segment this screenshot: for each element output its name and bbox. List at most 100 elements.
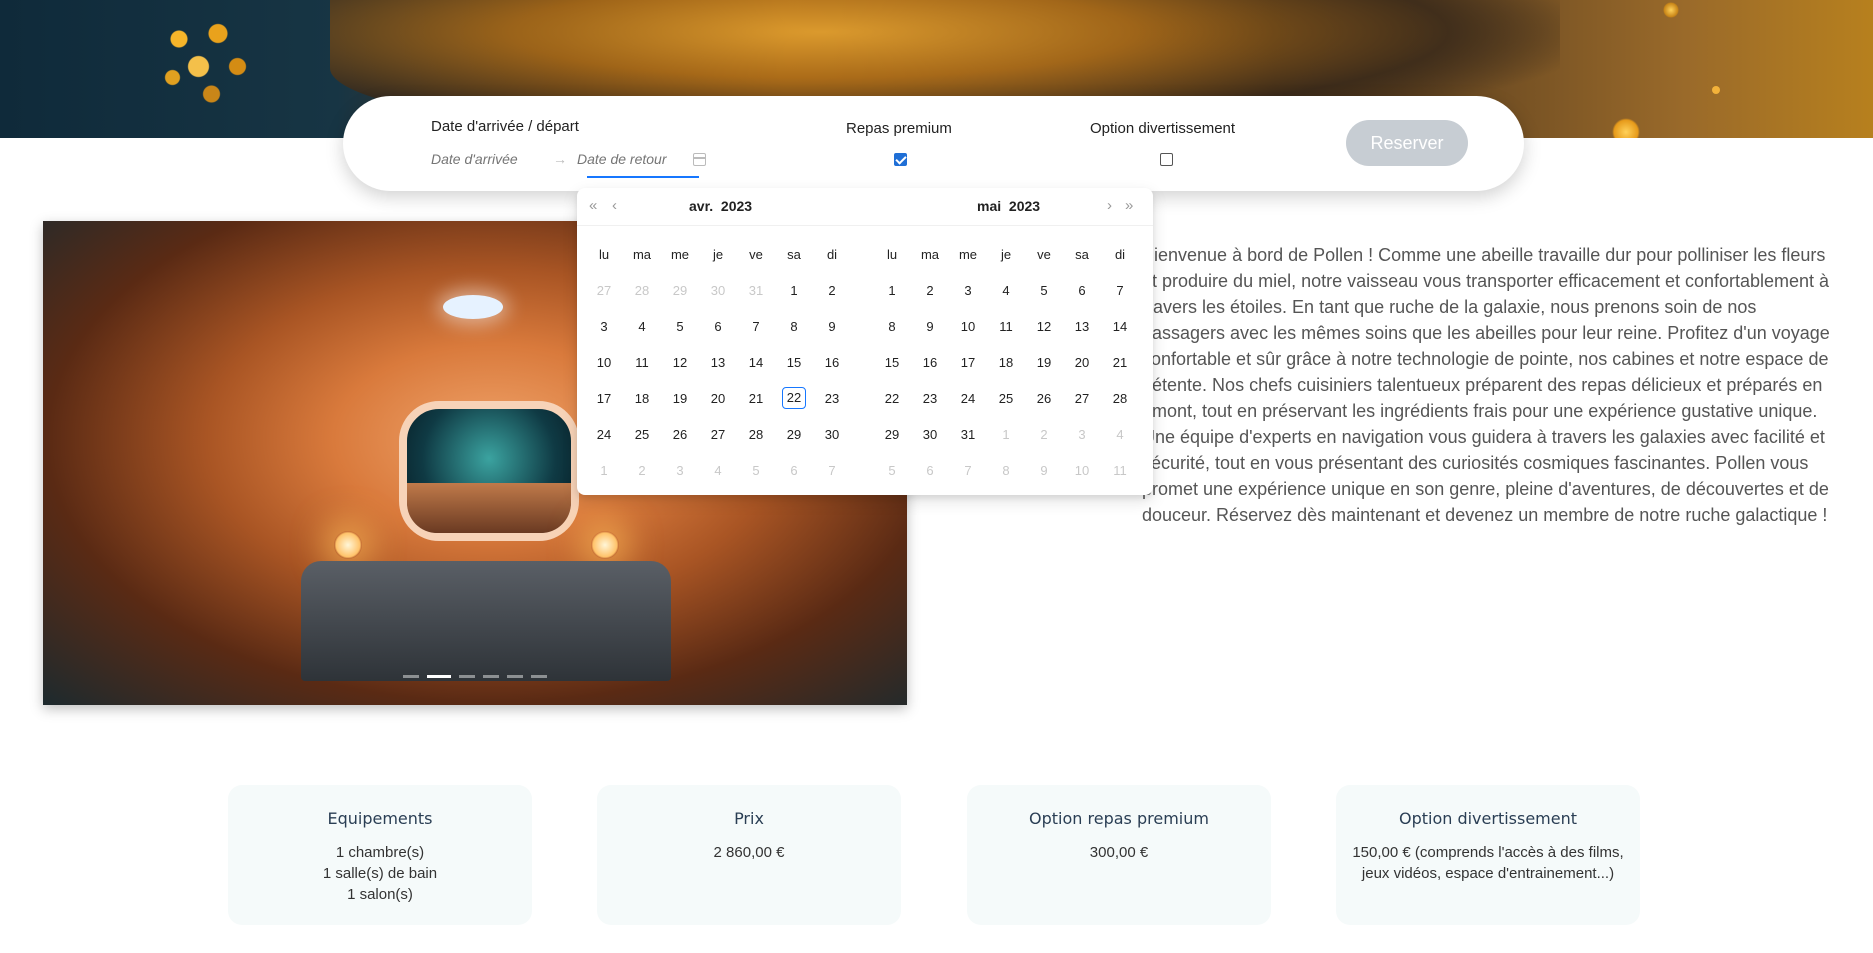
carousel-dot[interactable] [459, 675, 475, 678]
right-month-title[interactable]: mai 2023 [977, 198, 1040, 214]
right-calendar-day[interactable]: 10 [949, 319, 987, 334]
left-calendar-day[interactable]: 8 [775, 319, 813, 334]
carousel-dot[interactable] [403, 675, 419, 678]
right-calendar-day[interactable]: 8 [873, 319, 911, 334]
right-calendar-day[interactable]: 29 [873, 427, 911, 442]
next-year-icon[interactable]: » [1125, 197, 1133, 214]
premium-meal-checkbox[interactable] [894, 153, 907, 166]
right-calendar-day[interactable]: 13 [1063, 319, 1101, 334]
right-calendar-day[interactable]: 4 [1101, 427, 1139, 442]
right-calendar-day[interactable]: 2 [1025, 427, 1063, 442]
right-calendar-day[interactable]: 23 [911, 391, 949, 406]
right-calendar-day[interactable]: 2 [911, 283, 949, 298]
left-calendar-day[interactable]: 26 [661, 427, 699, 442]
right-calendar-day[interactable]: 17 [949, 355, 987, 370]
return-date-input[interactable] [577, 151, 687, 167]
today-calendar-day[interactable]: 22 [775, 387, 813, 409]
reserve-button[interactable]: Reserver [1346, 120, 1468, 166]
left-calendar-day[interactable]: 15 [775, 355, 813, 370]
right-calendar-day[interactable]: 7 [949, 463, 987, 478]
right-calendar-day[interactable]: 27 [1063, 391, 1101, 406]
right-calendar-day[interactable]: 11 [1101, 463, 1139, 478]
right-calendar-day[interactable]: 10 [1063, 463, 1101, 478]
left-calendar-day[interactable]: 24 [585, 427, 623, 442]
right-calendar-day[interactable]: 26 [1025, 391, 1063, 406]
date-range-picker[interactable]: → [431, 151, 711, 178]
left-calendar-day[interactable]: 6 [699, 319, 737, 334]
left-calendar-day[interactable]: 23 [813, 391, 851, 406]
left-calendar-day[interactable]: 1 [585, 463, 623, 478]
left-calendar-day[interactable]: 16 [813, 355, 851, 370]
left-calendar-day[interactable]: 5 [661, 319, 699, 334]
right-calendar-day[interactable]: 6 [1063, 283, 1101, 298]
right-calendar-day[interactable]: 25 [987, 391, 1025, 406]
right-calendar-day[interactable]: 28 [1101, 391, 1139, 406]
left-calendar-day[interactable]: 14 [737, 355, 775, 370]
left-calendar-day[interactable]: 18 [623, 391, 661, 406]
right-calendar-day[interactable]: 30 [911, 427, 949, 442]
carousel-dot[interactable] [507, 675, 523, 678]
left-calendar-day[interactable]: 2 [623, 463, 661, 478]
right-calendar-day[interactable]: 15 [873, 355, 911, 370]
prev-month-icon[interactable]: ‹ [612, 197, 617, 214]
left-calendar-day[interactable]: 30 [813, 427, 851, 442]
left-calendar-day[interactable]: 6 [775, 463, 813, 478]
right-calendar-day[interactable]: 11 [987, 319, 1025, 334]
left-calendar-day[interactable]: 30 [699, 283, 737, 298]
right-calendar-day[interactable]: 16 [911, 355, 949, 370]
left-calendar-day[interactable]: 7 [737, 319, 775, 334]
left-calendar-day[interactable]: 28 [737, 427, 775, 442]
left-month-title[interactable]: avr. 2023 [689, 198, 752, 214]
right-calendar-day[interactable]: 31 [949, 427, 987, 442]
right-calendar-day[interactable]: 3 [1063, 427, 1101, 442]
left-calendar-day[interactable]: 25 [623, 427, 661, 442]
right-calendar-day[interactable]: 19 [1025, 355, 1063, 370]
carousel-dot[interactable] [531, 675, 547, 678]
left-calendar-day[interactable]: 31 [737, 283, 775, 298]
right-calendar-day[interactable]: 1 [987, 427, 1025, 442]
right-calendar-day[interactable]: 9 [1025, 463, 1063, 478]
right-calendar-day[interactable]: 6 [911, 463, 949, 478]
left-calendar-day[interactable]: 1 [775, 283, 813, 298]
right-calendar-day[interactable]: 7 [1101, 283, 1139, 298]
right-calendar-day[interactable]: 18 [987, 355, 1025, 370]
left-calendar-day[interactable]: 5 [737, 463, 775, 478]
left-calendar-day[interactable]: 13 [699, 355, 737, 370]
left-calendar-day[interactable]: 9 [813, 319, 851, 334]
right-calendar-day[interactable]: 20 [1063, 355, 1101, 370]
right-calendar-day[interactable]: 21 [1101, 355, 1139, 370]
right-calendar-day[interactable]: 8 [987, 463, 1025, 478]
left-calendar-day[interactable]: 27 [585, 283, 623, 298]
prev-year-icon[interactable]: « [589, 197, 597, 214]
right-calendar-day[interactable]: 5 [873, 463, 911, 478]
arrival-date-input[interactable] [431, 151, 541, 167]
left-calendar-day[interactable]: 11 [623, 355, 661, 370]
right-calendar-day[interactable]: 3 [949, 283, 987, 298]
left-calendar-day[interactable]: 2 [813, 283, 851, 298]
carousel-dot-active[interactable] [427, 675, 451, 678]
calendar-icon[interactable] [693, 153, 706, 166]
left-calendar-day[interactable]: 28 [623, 283, 661, 298]
left-calendar-day[interactable]: 3 [585, 319, 623, 334]
left-calendar-day[interactable]: 17 [585, 391, 623, 406]
right-calendar-day[interactable]: 24 [949, 391, 987, 406]
entertainment-checkbox[interactable] [1160, 153, 1173, 166]
left-calendar-day[interactable]: 20 [699, 391, 737, 406]
right-calendar-day[interactable]: 14 [1101, 319, 1139, 334]
right-calendar-day[interactable]: 5 [1025, 283, 1063, 298]
left-calendar-day[interactable]: 12 [661, 355, 699, 370]
left-calendar-day[interactable]: 19 [661, 391, 699, 406]
left-calendar-day[interactable]: 4 [699, 463, 737, 478]
next-month-icon[interactable]: › [1107, 197, 1112, 214]
left-calendar-day[interactable]: 10 [585, 355, 623, 370]
left-calendar-day[interactable]: 3 [661, 463, 699, 478]
right-calendar-day[interactable]: 1 [873, 283, 911, 298]
left-calendar-day[interactable]: 7 [813, 463, 851, 478]
left-calendar-day[interactable]: 21 [737, 391, 775, 406]
right-calendar-day[interactable]: 4 [987, 283, 1025, 298]
right-calendar-day[interactable]: 22 [873, 391, 911, 406]
right-calendar-day[interactable]: 12 [1025, 319, 1063, 334]
left-calendar-day[interactable]: 29 [775, 427, 813, 442]
right-calendar-day[interactable]: 9 [911, 319, 949, 334]
left-calendar-day[interactable]: 29 [661, 283, 699, 298]
